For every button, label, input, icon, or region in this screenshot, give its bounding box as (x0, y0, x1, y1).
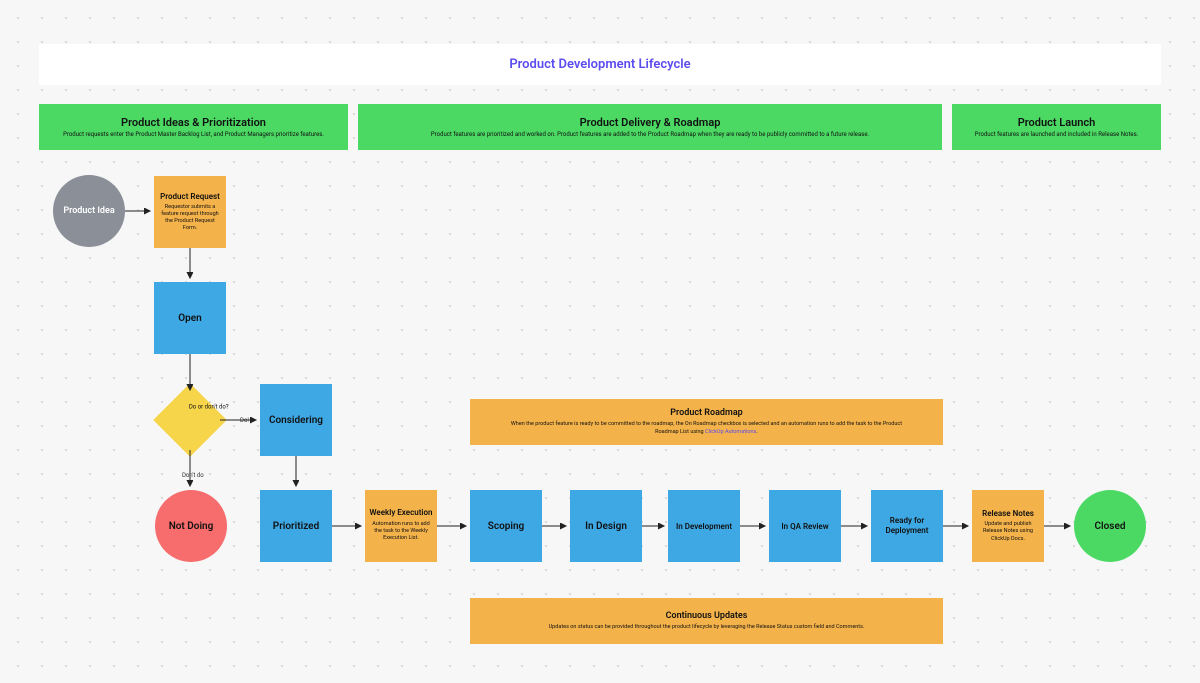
arrows-layer (0, 0, 1200, 683)
